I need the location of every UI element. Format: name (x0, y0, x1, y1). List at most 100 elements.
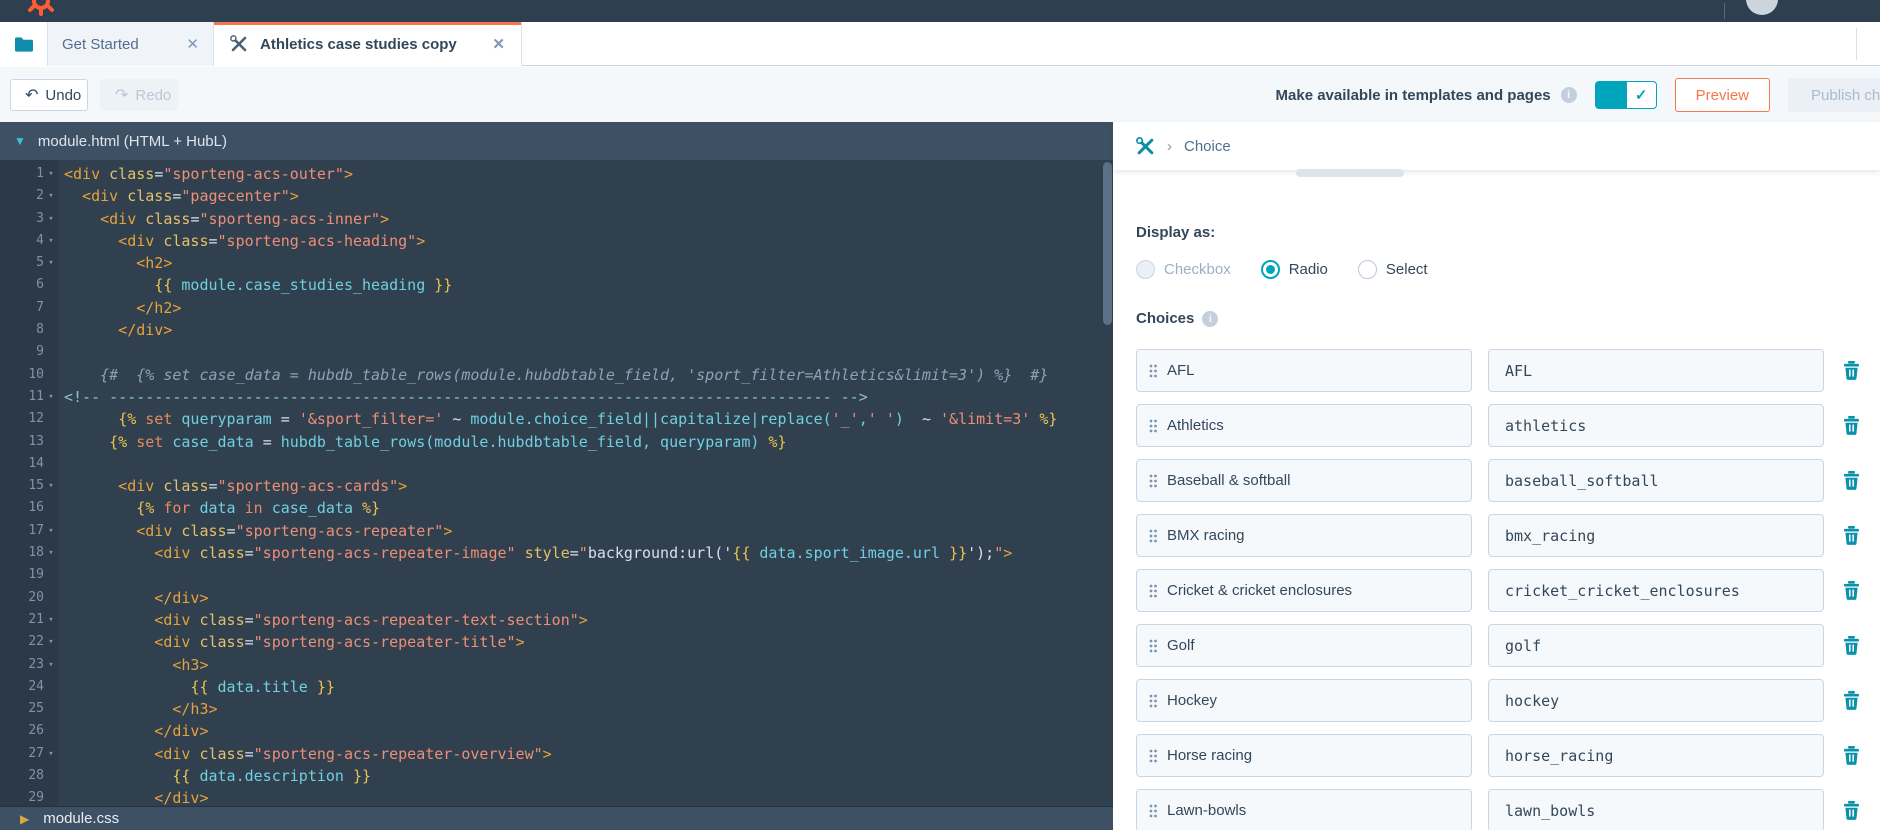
redo-button[interactable]: ↷ Redo (100, 79, 178, 111)
radio-circle-icon[interactable] (1136, 260, 1155, 279)
code-line: 14 (0, 453, 1113, 475)
code-fold-icon[interactable]: ▾ (44, 520, 58, 542)
preview-button[interactable]: Preview (1674, 78, 1770, 112)
hubspot-sprocket-logo-icon[interactable] (26, 0, 56, 16)
tab-athletics-case-studies-copy[interactable]: Athletics case studies copy ✕ (214, 22, 522, 66)
delete-choice-button[interactable] (1843, 636, 1860, 655)
radio-circle-icon[interactable] (1357, 260, 1377, 279)
drag-handle-icon[interactable] (1149, 364, 1157, 378)
choice-value-input[interactable]: AFL (1488, 349, 1824, 392)
redo-label: Redo (135, 86, 172, 104)
choice-label-text: Horse racing (1167, 747, 1253, 764)
code-text: </h3> (64, 700, 218, 719)
info-icon[interactable]: i (1202, 310, 1219, 327)
module-css-bar[interactable]: ▶ module.css (0, 806, 1113, 830)
choice-label-input[interactable]: Lawn-bowls (1136, 789, 1472, 830)
code-lines: 1 ▾ <div class="sporteng-acs-outer"> 2 ▾ <di… (0, 163, 1113, 806)
choice-value-input[interactable]: horse_racing (1488, 734, 1824, 777)
code-area[interactable]: 1 ▾ <div class="sporteng-acs-outer"> 2 ▾ <di… (0, 160, 1113, 806)
code-line: 15 ▾ <div class="sporteng-acs-cards"> (0, 475, 1113, 497)
user-avatar[interactable] (1746, 0, 1778, 15)
code-fold-icon[interactable]: ▾ (44, 631, 58, 653)
delete-choice-button[interactable] (1843, 416, 1860, 435)
code-fold-icon[interactable]: ▾ (44, 230, 58, 252)
code-fold-icon[interactable]: ▾ (44, 185, 58, 207)
delete-choice-button[interactable] (1843, 361, 1860, 380)
chevron-right-icon[interactable]: ▶ (20, 812, 29, 826)
display-as-option-checkbox[interactable]: Checkbox (1136, 260, 1231, 279)
drag-handle-icon[interactable] (1149, 804, 1157, 818)
drag-handle-icon[interactable] (1149, 639, 1157, 653)
delete-choice-button[interactable] (1843, 801, 1860, 820)
line-number: 11 (28, 388, 44, 404)
delete-choice-button[interactable] (1843, 691, 1860, 710)
drag-handle-icon[interactable] (1149, 419, 1157, 433)
choice-row: Horse racing horse_racing (1136, 734, 1860, 777)
delete-choice-button[interactable] (1843, 526, 1860, 545)
choice-value-input[interactable]: lawn_bowls (1488, 789, 1824, 830)
code-line: 11 ▾ <!-- --------------------------------… (0, 386, 1113, 408)
code-fold-icon[interactable]: ▾ (44, 252, 58, 274)
delete-choice-button[interactable] (1843, 581, 1860, 600)
drag-handle-icon[interactable] (1149, 694, 1157, 708)
availability-toggle[interactable]: ✓ (1594, 81, 1657, 109)
choice-label-input[interactable]: AFL (1136, 349, 1472, 392)
editor-file-header[interactable]: ▼ module.html (HTML + HubL) (0, 122, 1113, 160)
info-icon[interactable]: i (1560, 87, 1577, 103)
tab-finder-folder[interactable] (0, 22, 48, 66)
code-line: 24 {{ data.title }} (0, 676, 1113, 698)
delete-choice-button[interactable] (1843, 471, 1860, 490)
choice-value-input[interactable]: baseball_softball (1488, 459, 1824, 502)
line-number: 14 (28, 455, 44, 471)
close-tab-icon[interactable]: ✕ (492, 35, 505, 53)
code-fold-icon[interactable]: ▾ (44, 542, 58, 564)
line-number: 3 (36, 210, 44, 226)
choice-value-input[interactable]: cricket_cricket_enclosures (1488, 569, 1824, 612)
choice-value-text: bmx_racing (1505, 526, 1596, 545)
drag-handle-icon[interactable] (1149, 474, 1157, 488)
line-number: 18 (28, 545, 44, 561)
code-fold-icon[interactable]: ▾ (44, 208, 58, 230)
choice-label-input[interactable]: Hockey (1136, 679, 1472, 722)
choice-label-input[interactable]: BMX racing (1136, 514, 1472, 557)
choice-label-input[interactable]: Horse racing (1136, 734, 1472, 777)
line-number: 28 (28, 768, 44, 784)
code-fold-icon[interactable]: ▾ (44, 654, 58, 676)
undo-button[interactable]: ↶ Undo (10, 79, 88, 111)
code-fold-icon[interactable]: ▾ (44, 743, 58, 765)
tab-get-started[interactable]: Get Started ✕ (48, 22, 214, 66)
code-line: 2 ▾ <div class="pagecenter"> (0, 185, 1113, 207)
code-line: 18 ▾ <div class="sporteng-acs-repeater-im… (0, 542, 1113, 564)
radio-circle-icon[interactable] (1260, 260, 1280, 279)
choice-row: Hockey hockey (1136, 679, 1860, 722)
line-number: 4 (36, 232, 44, 248)
publish-changes-button[interactable]: Publish changes (1788, 78, 1880, 112)
drag-handle-icon[interactable] (1149, 749, 1157, 763)
code-fold-icon[interactable]: ▾ (44, 475, 58, 497)
panel-scrollbar-remnant[interactable] (1296, 169, 1404, 177)
choice-value-input[interactable]: hockey (1488, 679, 1824, 722)
choice-label-input[interactable]: Athletics (1136, 404, 1472, 447)
choice-label-input[interactable]: Golf (1136, 624, 1472, 667)
code-line: 13 {% set case_data = hubdb_table_rows(m… (0, 431, 1113, 453)
module-root-crumb[interactable] (1136, 136, 1155, 156)
line-number: 1 (36, 166, 44, 181)
drag-handle-icon[interactable] (1149, 529, 1157, 543)
display-as-option-select[interactable]: Select (1357, 260, 1428, 279)
choice-value-input[interactable]: golf (1488, 624, 1824, 667)
choice-value-input[interactable]: bmx_racing (1488, 514, 1824, 557)
choice-value-input[interactable]: athletics (1488, 404, 1824, 447)
display-as-option-radio[interactable]: Radio (1260, 260, 1328, 279)
close-tab-icon[interactable]: ✕ (186, 35, 199, 53)
choice-label-input[interactable]: Baseball & softball (1136, 459, 1472, 502)
vertical-scrollbar[interactable] (1103, 162, 1112, 325)
code-fold-icon[interactable]: ▾ (44, 609, 58, 631)
code-editor-pane[interactable]: ▼ module.html (HTML + HubL) 1 ▾ <div class… (0, 122, 1113, 830)
choice-label-input[interactable]: Cricket & cricket enclosures (1136, 569, 1472, 612)
delete-choice-button[interactable] (1843, 746, 1860, 765)
code-fold-spacer (44, 564, 58, 586)
code-fold-icon[interactable]: ▾ (44, 163, 58, 185)
drag-handle-icon[interactable] (1149, 584, 1157, 598)
chevron-down-icon[interactable]: ▼ (14, 134, 26, 148)
code-fold-icon[interactable]: ▾ (44, 386, 58, 408)
